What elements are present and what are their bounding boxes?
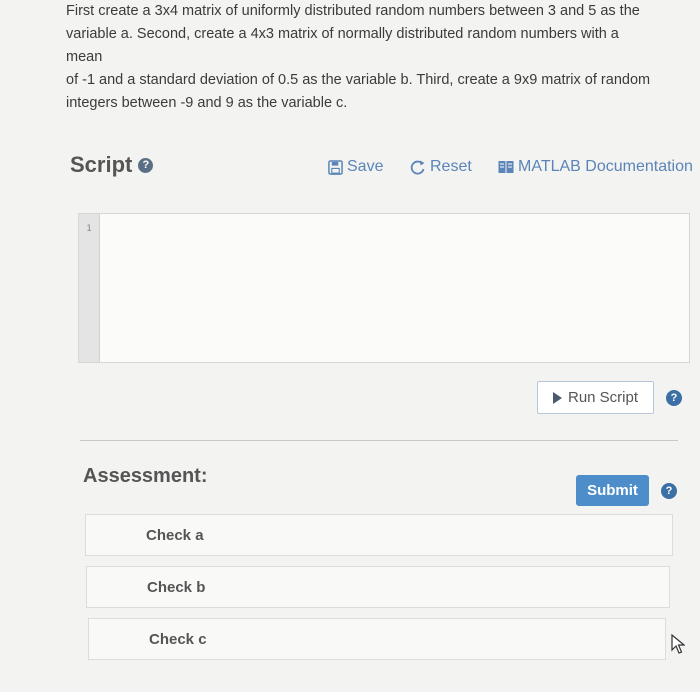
line-number: 1 (86, 224, 92, 234)
check-c-label: Check c (149, 631, 207, 648)
reset-button[interactable]: Reset (410, 158, 472, 176)
check-b-label: Check b (147, 579, 206, 596)
assessment-title: Assessment: (83, 465, 208, 487)
floppy-disk-icon (328, 159, 343, 175)
mouse-pointer-icon (671, 633, 686, 659)
line-number-gutter: 1 (79, 214, 100, 362)
run-help-icon[interactable]: ? (666, 390, 682, 406)
instructions-line: First create a 3x4 matrix of uniformly d… (66, 3, 640, 19)
instructions-line: variable a. Second, create a 4x3 matrix … (66, 26, 619, 65)
reset-label: Reset (430, 158, 472, 175)
refresh-icon (410, 159, 426, 175)
page: First create a 3x4 matrix of uniformly d… (0, 0, 700, 692)
code-editor[interactable]: 1 (78, 213, 690, 363)
book-icon (498, 160, 514, 174)
problem-instructions: First create a 3x4 matrix of uniformly d… (66, 0, 656, 115)
submit-help-icon[interactable]: ? (661, 483, 677, 499)
matlab-documentation-link[interactable]: MATLAB Documentation (498, 158, 693, 176)
check-a-label: Check a (146, 527, 204, 544)
play-triangle-icon (552, 391, 562, 404)
script-title: Script (70, 152, 133, 177)
save-label: Save (347, 158, 384, 175)
section-divider (80, 440, 678, 441)
run-script-label: Run Script (567, 389, 639, 406)
instructions-line: integers between -9 and 9 as the variabl… (66, 95, 348, 111)
check-c-panel[interactable]: Check c (88, 618, 666, 660)
script-help-icon[interactable]: ? (138, 157, 154, 173)
instructions-line: of -1 and a standard deviation of 0.5 as… (66, 72, 651, 88)
check-a-panel[interactable]: Check a (85, 514, 673, 556)
submit-button[interactable]: Submit (576, 475, 649, 506)
save-button[interactable]: Save (328, 158, 383, 176)
check-b-panel[interactable]: Check b (86, 566, 670, 608)
run-script-button[interactable]: Run Script (537, 381, 654, 414)
script-header: Script ? Save Reset MATLAB Documentation (70, 152, 695, 182)
docs-label: MATLAB Documentation (518, 158, 693, 175)
script-title-group: Script ? (70, 152, 154, 178)
